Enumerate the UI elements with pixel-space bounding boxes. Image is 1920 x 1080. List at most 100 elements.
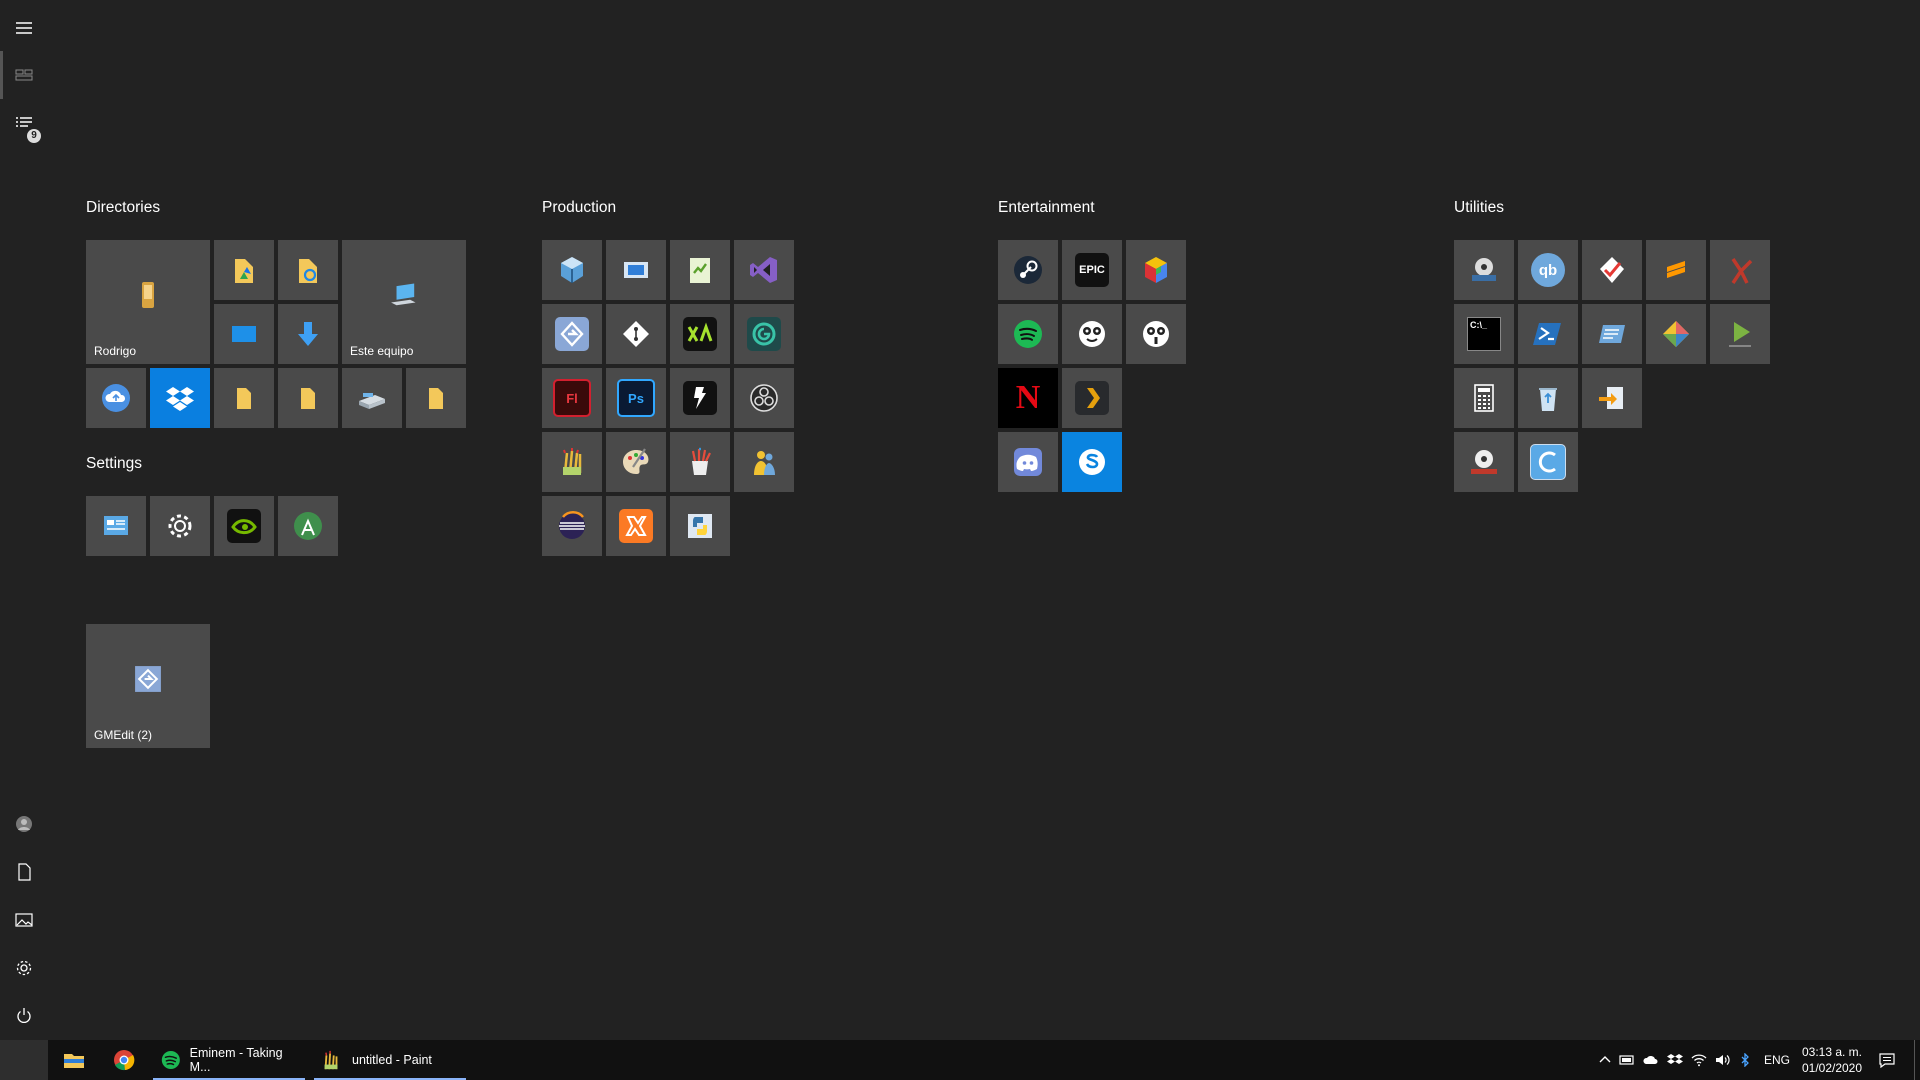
tile-photoshop[interactable]: Ps <box>606 368 666 428</box>
action-center-button[interactable] <box>1874 1040 1900 1080</box>
tile-control-panel[interactable] <box>86 496 146 556</box>
tile-visual-studio[interactable] <box>734 240 794 300</box>
tile-este-equipo[interactable]: Este equipo <box>342 240 466 364</box>
tile-osu[interactable] <box>1062 304 1122 364</box>
clock-date: 01/02/2020 <box>1801 1061 1863 1075</box>
tile-steam[interactable] <box>998 240 1058 300</box>
tile-krita[interactable] <box>606 432 666 492</box>
tray-language[interactable]: ENG <box>1757 1040 1797 1080</box>
tile-recycle-bin[interactable] <box>1518 368 1578 428</box>
tile-gamemaker[interactable] <box>734 304 794 364</box>
tile-calculator[interactable] <box>1454 368 1514 428</box>
tile-google-drive-folder[interactable] <box>214 240 274 300</box>
power-button[interactable] <box>0 992 48 1040</box>
tile-settings-app[interactable] <box>150 496 210 556</box>
tile-paint[interactable] <box>542 432 602 492</box>
tile-downloads[interactable] <box>278 304 338 364</box>
tile-gmedit[interactable]: GMEdit (2) <box>86 624 210 748</box>
tile-nvidia[interactable] <box>214 496 274 556</box>
tile-gmedit-small[interactable] <box>542 304 602 364</box>
tile-media-converter[interactable] <box>1454 432 1514 492</box>
tile-cubase[interactable] <box>670 304 730 364</box>
tile-gitkraken[interactable] <box>1646 304 1706 364</box>
tile-sync-folder[interactable] <box>278 240 338 300</box>
tile-discord[interactable] <box>998 432 1058 492</box>
tile-flash[interactable]: Fl <box>542 368 602 428</box>
tile-git[interactable] <box>606 304 666 364</box>
tile-python[interactable] <box>670 496 730 556</box>
tile-eclipse[interactable] <box>542 496 602 556</box>
taskbar-item-paint[interactable]: untitled - Paint <box>314 1040 466 1080</box>
tray-clock[interactable]: 03:13 a. m. 01/02/2020 <box>1797 1044 1867 1076</box>
tray-bluetooth[interactable] <box>1737 1040 1753 1080</box>
tray-battery[interactable] <box>1617 1040 1637 1080</box>
user-account-button[interactable] <box>0 800 48 848</box>
tile-powershell[interactable] <box>1518 304 1578 364</box>
mascot-face-icon <box>1139 317 1173 351</box>
taskbar-chrome[interactable] <box>112 1040 136 1080</box>
group-title-settings[interactable]: Settings <box>86 455 142 473</box>
tile-tasks[interactable] <box>1582 240 1642 300</box>
tile-drive[interactable] <box>342 368 402 428</box>
tile-folder-1[interactable] <box>214 368 274 428</box>
tile-notepad-plus[interactable] <box>670 240 730 300</box>
tile-webm[interactable] <box>1710 304 1770 364</box>
tile-zipper-app[interactable] <box>670 368 730 428</box>
menu-button[interactable] <box>0 4 48 52</box>
tile-ccleaner[interactable] <box>1518 432 1578 492</box>
epic-games-icon-text: EPIC <box>1079 264 1105 276</box>
tile-spotify[interactable] <box>998 304 1058 364</box>
group-title-utilities[interactable]: Utilities <box>1454 199 1504 217</box>
flash-icon: Fl <box>553 379 591 417</box>
tile-game-cube[interactable] <box>1126 240 1186 300</box>
tile-plex[interactable] <box>1062 368 1122 428</box>
tray-volume[interactable] <box>1713 1040 1733 1080</box>
tray-onedrive[interactable] <box>1641 1040 1661 1080</box>
group-title-production[interactable]: Production <box>542 199 616 217</box>
tile-skype[interactable] <box>1062 432 1122 492</box>
all-apps-button[interactable] <box>0 51 48 99</box>
taskbar-item-spotify[interactable]: Eminem - Taking M... <box>153 1040 305 1080</box>
diamond-icon <box>1659 317 1693 351</box>
show-hidden-icons-button[interactable] <box>1596 1040 1614 1080</box>
tray-network[interactable] <box>1689 1040 1709 1080</box>
tile-xampp[interactable] <box>606 496 666 556</box>
gmedit-icon <box>555 317 589 351</box>
tile-notes[interactable] <box>1582 304 1642 364</box>
tray-dropbox[interactable] <box>1665 1040 1685 1080</box>
taskbar-file-explorer[interactable] <box>62 1040 86 1080</box>
tile-dropbox[interactable] <box>150 368 210 428</box>
tile-file-transfer[interactable] <box>1582 368 1642 428</box>
tile-obs[interactable] <box>734 368 794 428</box>
tile-osu-alt[interactable] <box>1126 304 1186 364</box>
show-desktop-button[interactable] <box>1914 1040 1920 1080</box>
tile-cmd[interactable]: C:\_ <box>1454 304 1514 364</box>
power-icon <box>17 1008 31 1023</box>
hard-drive-icon <box>355 381 389 415</box>
tile-sublime[interactable] <box>1646 240 1706 300</box>
pictures-button[interactable] <box>0 896 48 944</box>
tile-rodrigo[interactable]: Rodrigo <box>86 240 210 364</box>
folder-icon <box>64 1054 84 1068</box>
tile-qbittorrent[interactable]: qb <box>1518 240 1578 300</box>
tile-netflix[interactable]: N <box>998 368 1058 428</box>
start-button[interactable] <box>0 1040 48 1080</box>
taskbar: Eminem - Taking M... untitled - Paint EN… <box>0 1040 1920 1080</box>
tile-virtualbox[interactable] <box>542 240 602 300</box>
group-title-entertainment[interactable]: Entertainment <box>998 199 1095 217</box>
tile-android-studio[interactable] <box>278 496 338 556</box>
tile-video-editor[interactable] <box>606 240 666 300</box>
tile-characters[interactable] <box>734 432 794 492</box>
group-title-directories[interactable]: Directories <box>86 199 160 217</box>
tile-folder-3[interactable] <box>406 368 466 428</box>
tile-onedrive[interactable] <box>86 368 146 428</box>
tile-epic-games[interactable]: EPIC <box>1062 240 1122 300</box>
tile-folder-2[interactable] <box>278 368 338 428</box>
tile-desktop[interactable] <box>214 304 274 364</box>
documents-button[interactable] <box>0 848 48 896</box>
tile-media-tool[interactable] <box>1454 240 1514 300</box>
tile-paint-bucket[interactable] <box>670 432 730 492</box>
tile-git-tool[interactable] <box>1710 240 1770 300</box>
settings-button[interactable] <box>0 944 48 992</box>
recent-list-button[interactable]: 9 <box>0 100 48 148</box>
